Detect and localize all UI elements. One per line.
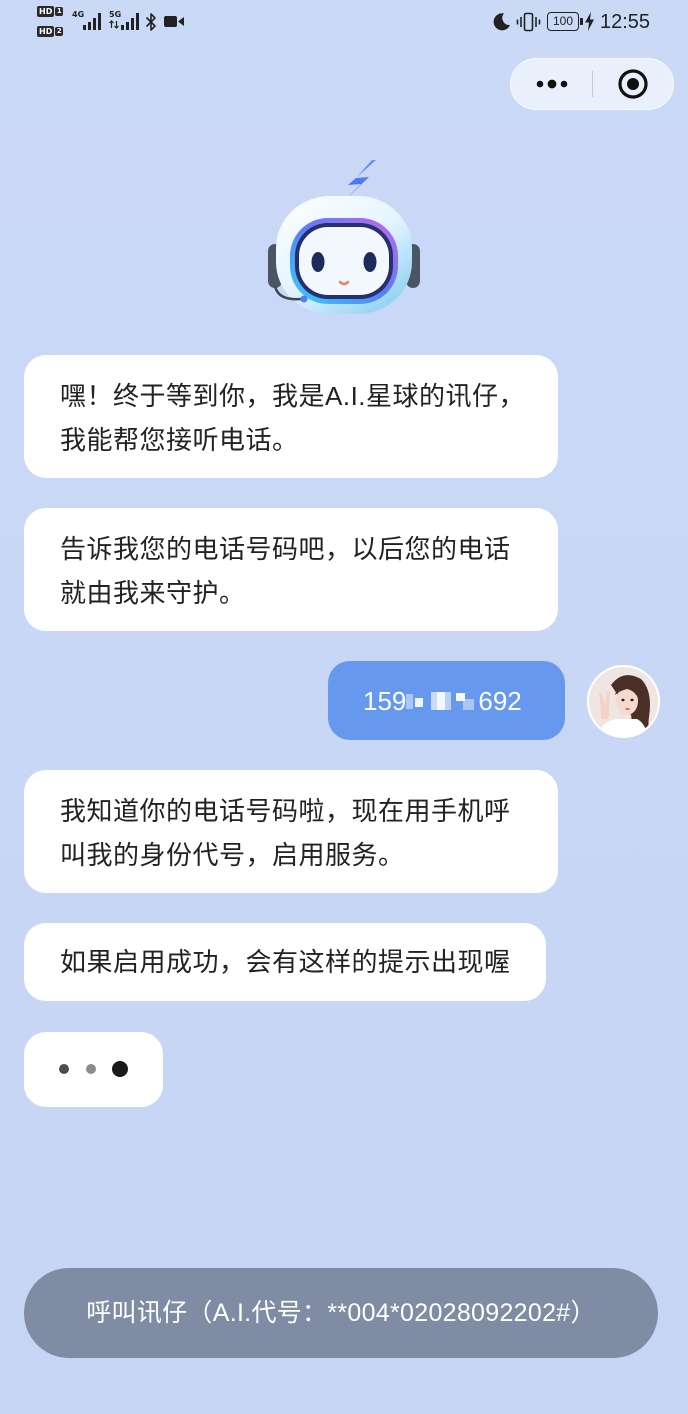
microphone-tip xyxy=(300,295,308,303)
message-line: 叫我的身份代号，启用服务。 xyxy=(60,840,405,870)
close-mini-program-button[interactable] xyxy=(593,59,673,109)
robot-eye-right xyxy=(363,252,377,272)
message-line: 就由我来守护。 xyxy=(60,578,246,608)
signal-bars-icon xyxy=(121,13,139,30)
phone-number-end: 692 xyxy=(478,686,522,716)
battery-terminal xyxy=(580,18,583,25)
bot-message-bubble: 如果启用成功，会有这样的提示出现喔 xyxy=(24,923,546,1001)
sim2-hd-indicator: HD 2 xyxy=(37,26,64,37)
typing-dot xyxy=(86,1064,96,1074)
more-dots-icon xyxy=(536,79,568,89)
sim1-hd-indicator: HD 1 xyxy=(37,6,64,17)
target-circle-icon xyxy=(618,69,648,99)
signal-bars-icon xyxy=(83,13,101,30)
bot-message-bubble: 我知道你的电话号码啦，现在用手机呼 叫我的身份代号，启用服务。 xyxy=(24,770,558,893)
phone-number-start: 159 xyxy=(363,686,407,716)
more-button[interactable] xyxy=(511,59,593,109)
network-type-5g: 5G xyxy=(109,10,122,19)
typing-dot xyxy=(112,1061,128,1077)
bot-message-bubble: 告诉我您的电话号码吧，以后您的电话 就由我来守护。 xyxy=(24,508,558,631)
typing-dot xyxy=(59,1064,69,1074)
hd-badge: HD xyxy=(37,26,55,37)
privacy-blur xyxy=(406,692,475,710)
bot-message-bubble: 嘿！终于等到你，我是A.I.星球的讯仔， 我能帮您接听电话。 xyxy=(24,355,558,478)
chat-screen: HD 1 HD 2 4G 5G 100 12:55 嘿！终于等到你，我是A.I.… xyxy=(0,0,688,1414)
sim-slot-number: 2 xyxy=(55,27,64,36)
message-line: 我知道你的电话号码啦，现在用手机呼 xyxy=(60,796,511,826)
message-line: 我能帮您接听电话。 xyxy=(60,425,299,455)
vibrate-icon xyxy=(516,12,541,32)
message-line: 如果启用成功，会有这样的提示出现喔 xyxy=(60,947,511,977)
user-avatar-icon xyxy=(587,665,660,738)
moon-icon xyxy=(493,13,510,31)
video-camera-icon xyxy=(164,16,184,27)
typing-indicator-bubble xyxy=(24,1032,163,1107)
robot-mascot-icon xyxy=(268,160,420,314)
phone-number-mosaic xyxy=(406,683,478,710)
charging-bolt-icon xyxy=(585,12,594,31)
message-line: 嘿！终于等到你，我是A.I.星球的讯仔， xyxy=(60,381,526,411)
hd-badge: HD xyxy=(37,6,55,17)
data-arrows-icon xyxy=(109,20,119,29)
mini-program-capsule xyxy=(510,58,674,110)
call-xunzai-button[interactable]: 呼叫讯仔（A.I.代号：**004*02028092202#） xyxy=(24,1268,658,1358)
clock: 12:55 xyxy=(600,11,651,33)
status-bar: HD 1 HD 2 4G 5G 100 12:55 xyxy=(0,0,688,44)
battery-level: 100 xyxy=(552,14,574,28)
sim-slot-number: 1 xyxy=(55,7,64,16)
message-line: 告诉我您的电话号码吧，以后您的电话 xyxy=(60,534,511,564)
bluetooth-icon xyxy=(145,13,156,31)
user-message-bubble: 159 692 xyxy=(328,661,565,740)
robot-eye-left xyxy=(311,252,325,272)
battery-icon: 100 xyxy=(547,12,579,31)
